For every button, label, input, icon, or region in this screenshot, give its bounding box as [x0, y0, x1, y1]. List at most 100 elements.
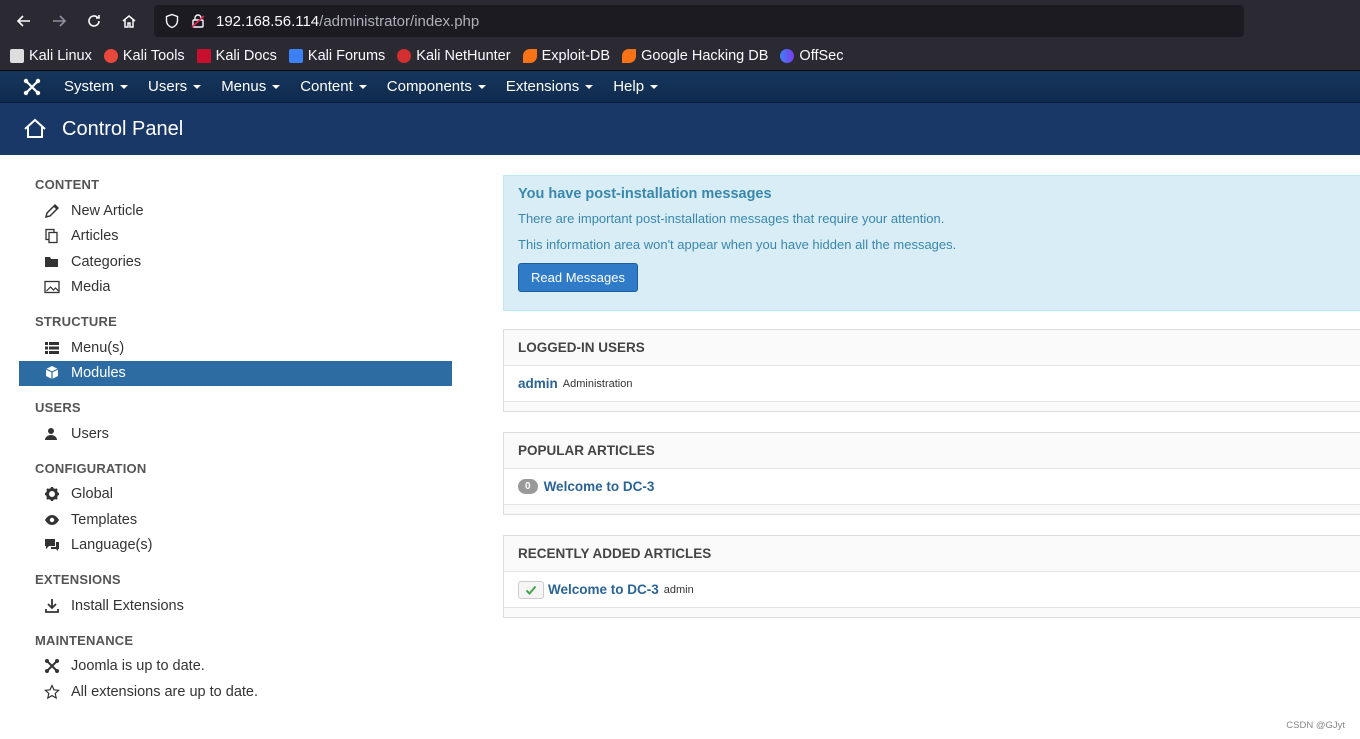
article-link[interactable]: Welcome to DC-3: [544, 479, 655, 494]
hits-badge: 0: [518, 479, 538, 494]
list-icon: [43, 339, 61, 357]
menu-content[interactable]: Content: [300, 78, 367, 95]
sidebar-item-joomla-update[interactable]: Joomla is up to date.: [19, 654, 452, 680]
caret-down-icon: [585, 84, 594, 89]
sidebar-item-users[interactable]: Users: [19, 421, 452, 447]
menu-components[interactable]: Components: [387, 78, 486, 95]
admin-menu-bar: System Users Menus Content Components Ex…: [0, 71, 1360, 103]
caret-down-icon: [650, 84, 659, 89]
sidebar-item-label: Users: [71, 425, 109, 442]
bookmark-kali-tools[interactable]: Kali Tools: [103, 48, 185, 64]
list-item: admin Administration: [504, 366, 1360, 402]
sidebar-item-global[interactable]: Global: [19, 482, 452, 508]
sidebar-item-modules[interactable]: Modules: [19, 360, 452, 386]
bookmark-label: Kali Docs: [215, 48, 277, 64]
caret-down-icon: [358, 84, 367, 89]
sidebar-item-label: New Article: [71, 202, 144, 219]
user-icon: [43, 425, 61, 443]
module-title: RECENTLY ADDED ARTICLES: [504, 536, 1360, 572]
star-icon: [43, 683, 61, 701]
download-icon: [43, 597, 61, 615]
menu-label: Extensions: [505, 78, 580, 95]
menu-menus[interactable]: Menus: [221, 78, 281, 95]
list-item: 0 Welcome to DC-3: [504, 469, 1360, 505]
bookmark-label: Kali NetHunter: [416, 48, 511, 64]
sidebar-item-label: Articles: [71, 228, 119, 245]
sidebar-item-label: Menu(s): [71, 339, 125, 356]
menu-system[interactable]: System: [64, 78, 129, 95]
sidebar: CONTENT New Article Articles Categories …: [0, 155, 452, 739]
article-author: admin: [663, 583, 694, 596]
pencil-icon: [43, 202, 61, 220]
page-header: Control Panel: [0, 103, 1360, 155]
sidebar-item-templates[interactable]: Templates: [19, 507, 452, 533]
sidebar-item-label: Joomla is up to date.: [71, 658, 205, 675]
list-item: Welcome to DC-3 admin: [504, 572, 1360, 608]
insecure-lock-icon: [190, 13, 206, 29]
bookmark-ghdb[interactable]: Google Hacking DB: [622, 48, 768, 64]
home-icon: [22, 116, 48, 142]
url-path: /administrator/index.php: [319, 12, 480, 30]
alert-text: This information area won't appear when …: [518, 237, 957, 252]
bookmark-label: Kali Linux: [29, 48, 92, 64]
home-button[interactable]: [113, 5, 145, 37]
bookmark-exploit-db[interactable]: Exploit-DB: [522, 48, 610, 64]
article-link[interactable]: Welcome to DC-3: [548, 582, 659, 597]
menu-label: Content: [300, 78, 353, 95]
forward-button[interactable]: [43, 5, 75, 37]
sidebar-item-languages[interactable]: Language(s): [19, 533, 452, 559]
watermark: CSDN @GJyt: [1286, 720, 1345, 731]
exploit-db-icon: [522, 49, 537, 63]
read-messages-button[interactable]: Read Messages: [518, 263, 638, 292]
nethunter-icon: [397, 49, 412, 63]
user-link[interactable]: admin: [518, 376, 558, 391]
module-title: POPULAR ARTICLES: [504, 433, 1360, 469]
menu-users[interactable]: Users: [148, 78, 202, 95]
section-title-structure: STRUCTURE: [35, 314, 117, 329]
browser-toolbar: 192.168.56.114/administrator/index.php: [0, 0, 1360, 42]
menu-extensions[interactable]: Extensions: [505, 78, 594, 95]
sidebar-item-extensions-update[interactable]: All extensions are up to date.: [19, 679, 452, 705]
published-check-icon[interactable]: [518, 580, 544, 599]
section-title-extensions: EXTENSIONS: [35, 572, 121, 587]
kali-forums-icon: [288, 49, 303, 63]
bookmark-kali-linux[interactable]: Kali Linux: [10, 48, 92, 64]
sidebar-item-label: Media: [71, 279, 111, 296]
bookmark-kali-nethunter[interactable]: Kali NetHunter: [397, 48, 511, 64]
sidebar-item-media[interactable]: Media: [19, 275, 452, 301]
page-title: Control Panel: [62, 117, 184, 140]
bookmark-offsec[interactable]: OffSec: [780, 48, 843, 64]
reload-button[interactable]: [78, 5, 110, 37]
post-install-alert: You have post-installation messages Ther…: [503, 175, 1360, 311]
caret-down-icon: [477, 84, 486, 89]
home-icon: [122, 15, 136, 28]
joomla-logo-icon[interactable]: [22, 77, 42, 97]
sidebar-item-label: Categories: [71, 253, 142, 270]
url-bar[interactable]: 192.168.56.114/administrator/index.php: [154, 5, 1244, 37]
sidebar-item-menus[interactable]: Menu(s): [19, 335, 452, 361]
menu-label: System: [64, 78, 115, 95]
back-button[interactable]: [8, 5, 40, 37]
section-title-content: CONTENT: [35, 177, 100, 192]
sidebar-item-articles[interactable]: Articles: [19, 224, 452, 250]
bookmark-label: Kali Forums: [307, 48, 386, 64]
menu-help[interactable]: Help: [613, 78, 659, 95]
folder-open-icon: [43, 253, 61, 271]
section-title-configuration: CONFIGURATION: [35, 460, 147, 476]
sidebar-item-categories[interactable]: Categories: [19, 249, 452, 275]
popular-articles-module: POPULAR ARTICLES 0 Welcome to DC-3: [503, 432, 1360, 515]
sidebar-item-install-extensions[interactable]: Install Extensions: [19, 593, 452, 619]
image-icon: [43, 278, 61, 296]
recently-added-articles-module: RECENTLY ADDED ARTICLES Welcome to DC-3 …: [503, 535, 1360, 618]
bookmark-kali-docs[interactable]: Kali Docs: [196, 48, 277, 64]
eye-icon: [43, 511, 61, 529]
bookmarks-toolbar: Kali Linux Kali Tools Kali Docs Kali For…: [0, 42, 1360, 71]
cube-icon: [43, 364, 61, 382]
sidebar-item-label: Install Extensions: [71, 597, 184, 614]
sidebar-item-new-article[interactable]: New Article: [19, 198, 452, 224]
kali-tools-icon: [103, 49, 118, 63]
comments-icon: [43, 536, 61, 554]
menu-label: Users: [148, 78, 188, 95]
sidebar-item-label: Global: [71, 486, 113, 503]
bookmark-kali-forums[interactable]: Kali Forums: [288, 48, 386, 64]
